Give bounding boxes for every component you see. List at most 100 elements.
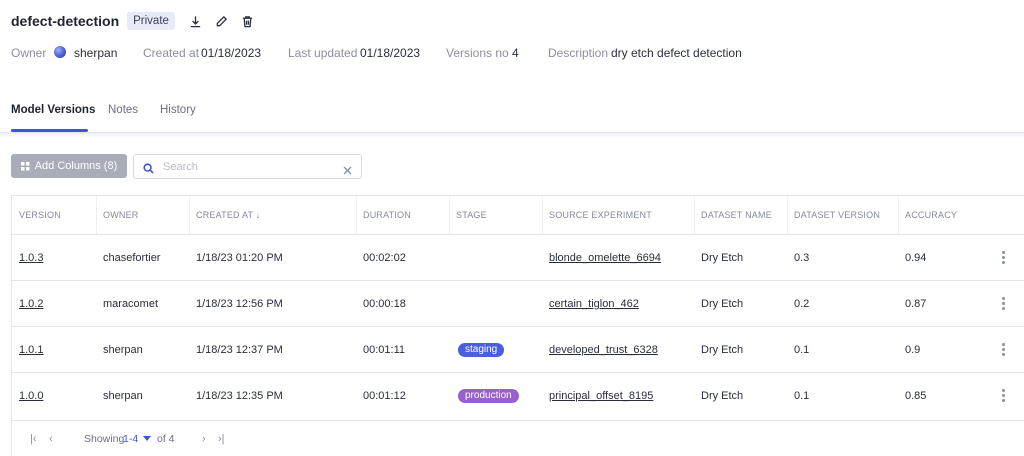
tab-history[interactable]: History [160,104,196,116]
column-separator [542,196,543,234]
duration-cell: 00:01:12 [363,390,406,402]
column-header-source-experiment[interactable]: SOURCE EXPERIMENT [549,196,652,234]
stage-badge-production[interactable]: production [458,389,519,404]
updated-value: 01/18/2023 [360,46,421,60]
accuracy-cell: 0.85 [905,390,927,402]
created-at-header-label: CREATED AT [196,210,254,220]
row-menu-icon[interactable] [1002,251,1006,265]
owner-value: sherpan [74,46,118,60]
experiment-link[interactable]: developed_trust_6328 [549,327,658,373]
sort-desc-icon: ↓ [255,210,261,220]
model-header: defect-detection Private [11,11,255,31]
owner-cell: maracomet [103,298,159,310]
tab-model-versions[interactable]: Model Versions [11,104,95,116]
created-value: 01/18/2023 [201,46,262,60]
next-page-icon[interactable]: › [202,433,206,445]
column-header-dataset-version[interactable]: DATASET VERSION [794,196,880,234]
dataset-cell: Dry Etch [701,298,744,310]
column-header-owner[interactable]: OWNER [103,196,139,234]
owner-cell: chasefortier [103,252,161,264]
prev-page-icon[interactable]: ‹ [49,433,53,445]
versions-value: 4 [512,46,519,60]
table-row[interactable]: 1.0.0 sherpan 1/18/23 12:35 PM 00:01:12 … [12,372,1024,418]
grid-icon [20,161,30,171]
tab-bar: Model Versions Notes History [0,104,1024,133]
last-page-icon[interactable]: ›| [218,433,225,445]
dataset-cell: Dry Etch [701,344,744,356]
row-menu-icon[interactable] [1002,343,1006,357]
experiment-link[interactable]: blonde_omelette_6694 [549,235,661,281]
dataset-cell: Dry Etch [701,252,744,264]
experiment-link[interactable]: principal_offset_8195 [549,373,653,419]
column-header-created-at[interactable]: CREATED AT ↓ [196,196,260,234]
column-separator [787,196,788,234]
column-separator [694,196,695,234]
description-label: Description [548,46,609,60]
owner-cell: sherpan [103,390,143,402]
dataset-version-cell: 0.1 [794,344,810,356]
search-box [133,154,362,179]
divider [0,133,1024,139]
column-separator [898,196,899,234]
download-icon[interactable] [189,14,203,28]
clear-search-icon[interactable] [343,162,352,175]
accuracy-cell: 0.9 [905,344,921,356]
search-icon [143,161,154,174]
dataset-version-cell: 0.2 [794,298,810,310]
dataset-version-cell: 0.3 [794,252,810,264]
table-row[interactable]: 1.0.2 maracomet 1/18/23 12:56 PM 00:00:1… [12,280,1024,326]
tab-notes[interactable]: Notes [108,104,138,116]
showing-label: Showing [84,433,125,445]
created-label: Created at [143,46,200,60]
duration-cell: 00:00:18 [363,298,406,310]
stage-cell: production [458,373,519,419]
column-header-accuracy[interactable]: ACCURACY [905,196,957,234]
dataset-version-cell: 0.1 [794,390,810,402]
row-menu-icon[interactable] [1002,297,1006,311]
column-separator [96,196,97,234]
description-value: dry etch defect detection [611,46,742,60]
dataset-cell: Dry Etch [701,390,744,402]
total-count: of 4 [157,433,175,445]
delete-icon[interactable] [241,14,255,28]
page-range-select[interactable]: 1-4 [123,433,138,445]
visibility-badge: Private [127,12,175,30]
owner-avatar [54,46,66,58]
stage-badge-staging[interactable]: staging [458,343,505,358]
chevron-down-icon[interactable] [143,436,151,441]
column-header-duration[interactable]: DURATION [363,196,411,234]
version-link[interactable]: 1.0.1 [19,327,43,373]
add-columns-button[interactable]: Add Columns (8) [11,154,127,178]
updated-label: Last updated [288,46,358,60]
experiment-link[interactable]: certain_tiglon_462 [549,281,639,327]
table-row[interactable]: 1.0.1 sherpan 1/18/23 12:37 PM 00:01:11 … [12,326,1024,372]
add-columns-label: Add Columns (8) [34,160,118,172]
pagination: |‹ ‹ Showing 1-4 of 4 › ›| [12,420,1024,456]
column-separator [449,196,450,234]
accuracy-cell: 0.94 [905,252,927,264]
first-page-icon[interactable]: |‹ [30,433,37,445]
version-link[interactable]: 1.0.2 [19,281,43,327]
model-title: defect-detection [11,13,120,29]
created-cell: 1/18/23 12:37 PM [196,344,283,356]
edit-icon[interactable] [215,14,229,28]
search-input[interactable] [163,158,333,175]
accuracy-cell: 0.87 [905,298,927,310]
owner-cell: sherpan [103,344,143,356]
created-cell: 1/18/23 12:35 PM [196,390,283,402]
created-cell: 1/18/23 12:56 PM [196,298,283,310]
duration-cell: 00:02:02 [363,252,406,264]
column-header-version[interactable]: VERSION [19,196,61,234]
row-menu-icon[interactable] [1002,389,1006,403]
version-link[interactable]: 1.0.3 [19,235,43,281]
column-header-stage[interactable]: STAGE [456,196,487,234]
version-link[interactable]: 1.0.0 [19,373,43,419]
table-row[interactable]: 1.0.3 chasefortier 1/18/23 01:20 PM 00:0… [12,234,1024,280]
versions-label: Versions no [446,46,509,60]
column-separator [189,196,190,234]
created-cell: 1/18/23 01:20 PM [196,252,283,264]
column-separator [356,196,357,234]
stage-cell: staging [458,327,505,373]
column-header-dataset-name[interactable]: DATASET NAME [701,196,772,234]
model-versions-table: VERSION OWNER CREATED AT ↓ DURATION STAG… [11,195,1024,456]
